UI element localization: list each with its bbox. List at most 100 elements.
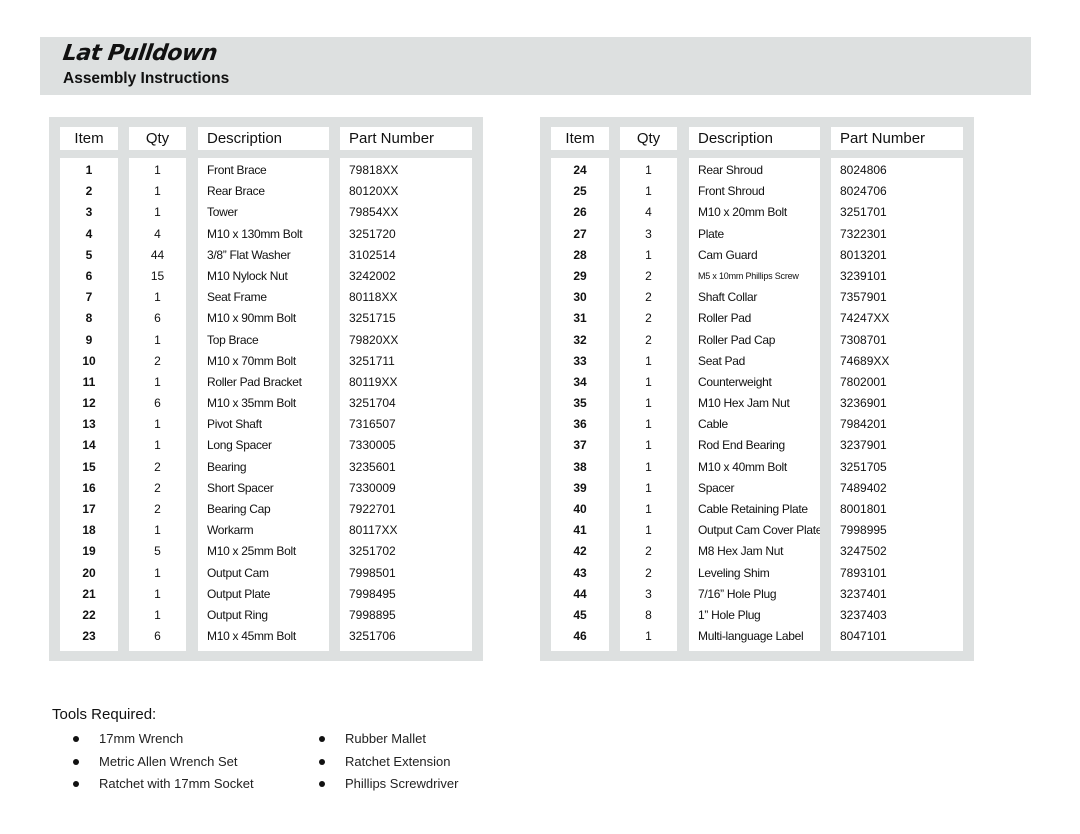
table-row: 18 1 Workarm 80117XX bbox=[49, 520, 483, 541]
table-row: 2 1 Rear Brace 80120XX bbox=[49, 181, 483, 202]
item-number: 34 bbox=[573, 374, 587, 389]
tools-list-left: 17mm Wrench Metric Allen Wrench Set Ratche… bbox=[70, 731, 254, 799]
item-number: 3 bbox=[85, 205, 93, 220]
part-number: 8013201 bbox=[840, 247, 887, 262]
item-number: 30 bbox=[573, 290, 587, 305]
table-row: 24 1 Rear Shroud 8024806 bbox=[540, 160, 974, 181]
quantity: 2 bbox=[154, 459, 161, 474]
tool-item: Ratchet Extension bbox=[316, 754, 458, 777]
description: Spacer bbox=[698, 480, 735, 495]
quantity: 8 bbox=[645, 607, 652, 622]
part-number: 7489402 bbox=[840, 480, 887, 495]
quantity: 3 bbox=[645, 226, 652, 241]
part-number: 3247502 bbox=[840, 544, 887, 559]
part-number: 79818XX bbox=[349, 163, 399, 177]
part-number: 7998895 bbox=[349, 607, 396, 622]
item-number: 46 bbox=[573, 629, 587, 644]
description: M10 x 25mm Bolt bbox=[207, 544, 296, 559]
table-row: 31 2 Roller Pad 74247XX bbox=[540, 308, 974, 329]
description: Output Plate bbox=[207, 586, 271, 601]
item-number: 29 bbox=[573, 268, 587, 283]
description: Long Spacer bbox=[207, 438, 272, 453]
quantity: 6 bbox=[154, 629, 161, 644]
part-number: 3237403 bbox=[840, 607, 887, 622]
item-number: 27 bbox=[573, 226, 587, 241]
quantity: 1 bbox=[154, 332, 161, 347]
bullet-icon bbox=[319, 736, 325, 742]
part-number: 3239101 bbox=[840, 268, 887, 283]
item-number: 13 bbox=[82, 417, 96, 432]
header-band: Lat Pulldown Assembly Instructions bbox=[40, 37, 1031, 95]
table-rows: 1 1 Front Brace 79818XX 2 1 Rear Brace 80120XX 3… bbox=[49, 160, 483, 647]
table-row: 26 4 M10 x 20mm Bolt 3251701 bbox=[540, 202, 974, 223]
tool-item: Rubber Mallet bbox=[316, 731, 458, 754]
description: M10 x 20mm Bolt bbox=[698, 205, 787, 220]
item-number: 17 bbox=[82, 502, 96, 516]
item-number: 36 bbox=[573, 417, 587, 432]
item-number: 42 bbox=[573, 544, 587, 559]
description: Rod End Bearing bbox=[698, 438, 785, 453]
quantity: 2 bbox=[645, 311, 652, 326]
document-title: Lat Pulldown bbox=[61, 41, 219, 66]
item-number: 25 bbox=[573, 184, 587, 199]
item-number: 4 bbox=[85, 226, 93, 241]
quantity: 2 bbox=[154, 353, 161, 368]
part-number: 3236901 bbox=[840, 396, 887, 411]
quantity: 1 bbox=[154, 586, 161, 601]
table-row: 3 1 Tower 79854XX bbox=[49, 202, 483, 223]
table-row: 35 1 M10 Hex Jam Nut 3236901 bbox=[540, 393, 974, 414]
item-number: 16 bbox=[82, 480, 96, 495]
item-number: 18 bbox=[82, 523, 96, 538]
tool-label: 17mm Wrench bbox=[99, 731, 184, 746]
bullet-icon bbox=[73, 781, 79, 787]
description: Roller Pad bbox=[698, 311, 752, 326]
tool-label: Metric Allen Wrench Set bbox=[99, 753, 238, 769]
table-row: 21 1 Output Plate 7998495 bbox=[49, 584, 483, 605]
table-row: 44 3 7/16” Hole Plug 3237401 bbox=[540, 584, 974, 605]
description: M10 x 90mm Bolt bbox=[207, 311, 296, 326]
quantity: 1 bbox=[645, 374, 652, 389]
item-number: 28 bbox=[573, 247, 587, 262]
item-number: 32 bbox=[573, 332, 587, 347]
item-number: 2 bbox=[85, 184, 93, 199]
description: Multi-language Label bbox=[698, 629, 804, 644]
item-number: 31 bbox=[573, 311, 587, 326]
part-number: 7998495 bbox=[349, 586, 396, 601]
part-number: 7998501 bbox=[349, 565, 396, 580]
description: Shaft Collar bbox=[698, 290, 758, 305]
quantity: 1 bbox=[645, 247, 652, 262]
table-row: 12 6 M10 x 35mm Bolt 3251704 bbox=[49, 393, 483, 414]
item-number: 14 bbox=[82, 438, 96, 453]
tool-label: Ratchet Extension bbox=[345, 753, 451, 769]
part-number: 7893101 bbox=[840, 565, 887, 580]
table-rows: 24 1 Rear Shroud 8024806 25 1 Front Shroud 8024… bbox=[540, 160, 974, 647]
part-number: 8047101 bbox=[840, 629, 887, 644]
table-row: 23 6 M10 x 45mm Bolt 3251706 bbox=[49, 626, 483, 647]
part-number: 3251705 bbox=[840, 459, 887, 474]
item-number: 19 bbox=[82, 544, 96, 559]
bullet-icon bbox=[73, 758, 79, 765]
table-row: 43 2 Leveling Shim 7893101 bbox=[540, 563, 974, 584]
quantity: 2 bbox=[645, 565, 652, 580]
quantity: 1 bbox=[645, 184, 652, 199]
item-number: 8 bbox=[85, 311, 93, 326]
item-number: 43 bbox=[573, 565, 587, 580]
part-number: 79854XX bbox=[349, 205, 399, 220]
table-row: 10 2 M10 x 70mm Bolt 3251711 bbox=[49, 351, 483, 372]
table-row: 16 2 Short Spacer 7330009 bbox=[49, 478, 483, 499]
quantity: 1 bbox=[645, 163, 652, 177]
description: Bearing bbox=[207, 459, 247, 474]
item-number: 12 bbox=[82, 396, 96, 411]
table-row: 19 5 M10 x 25mm Bolt 3251702 bbox=[49, 541, 483, 562]
table-row: 30 2 Shaft Collar 7357901 bbox=[540, 287, 974, 308]
part-number: 80119XX bbox=[349, 374, 398, 389]
quantity: 1 bbox=[645, 502, 652, 516]
part-number: 74247XX bbox=[840, 311, 890, 326]
description: Seat Pad bbox=[698, 353, 745, 368]
part-number: 7330009 bbox=[349, 480, 396, 495]
part-number: 7322301 bbox=[840, 226, 887, 241]
column-header-qty: Qty bbox=[620, 127, 677, 150]
tool-item: Phillips Screwdriver bbox=[316, 776, 458, 799]
description: Cable Retaining Plate bbox=[698, 502, 808, 516]
table-row: 25 1 Front Shroud 8024706 bbox=[540, 181, 974, 202]
